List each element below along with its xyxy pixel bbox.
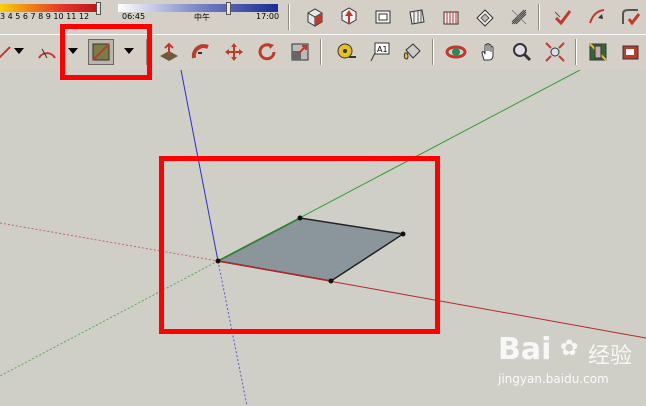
time-gradient (118, 4, 278, 12)
section-plane-icon[interactable] (585, 39, 611, 65)
separator (538, 4, 540, 30)
zoom-icon[interactable] (509, 39, 535, 65)
zoom-extents-icon[interactable] (542, 39, 568, 65)
bottom-view-icon[interactable] (506, 4, 532, 30)
top-view-icon[interactable] (336, 4, 362, 30)
month-tick-labels: 3 4 5 6 7 8 9 10 11 12 (0, 12, 90, 21)
separator (288, 4, 290, 30)
paint-bucket-icon[interactable] (399, 39, 425, 65)
tape-measure-icon[interactable] (333, 39, 359, 65)
sandbox-icon[interactable] (584, 4, 610, 30)
noon-label: 中午 (194, 13, 210, 22)
watermark-brand-suffix: 经验 (588, 344, 633, 369)
scale-icon[interactable] (287, 39, 313, 65)
time-tick-label: 06:45 (122, 12, 146, 21)
left-view-icon[interactable] (472, 4, 498, 30)
push-pull-icon[interactable] (156, 39, 182, 65)
right-view-icon[interactable] (404, 4, 430, 30)
arc-icon[interactable] (34, 39, 60, 65)
date-gradient (0, 4, 96, 12)
front-view-icon[interactable] (370, 4, 396, 30)
components-icon[interactable] (618, 39, 644, 65)
watermark-brand: Bai (498, 332, 552, 367)
add-location-icon[interactable] (550, 4, 576, 30)
orbit-icon[interactable] (443, 39, 469, 65)
move-icon[interactable] (221, 39, 247, 65)
drawn-rectangle-highlight (159, 156, 440, 334)
follow-me-icon[interactable] (188, 39, 214, 65)
separator (575, 39, 577, 65)
separator (320, 39, 322, 65)
watermark-paw-icon: ✿ (560, 336, 579, 361)
pan-icon[interactable] (476, 39, 502, 65)
text-tool-icon[interactable]: A1 (366, 39, 392, 65)
line-dropdown-arrow[interactable] (14, 48, 24, 54)
follow-me-icon[interactable] (618, 4, 644, 30)
text-tool-label: A1 (377, 45, 388, 54)
separator (432, 39, 434, 65)
iso-view-icon[interactable] (302, 4, 328, 30)
end-time-label: 17:00 (256, 12, 280, 21)
back-view-icon[interactable] (438, 4, 464, 30)
date-slider-thumb[interactable] (96, 2, 101, 15)
time-slider-thumb[interactable] (226, 2, 231, 15)
rotate-icon[interactable] (254, 39, 280, 65)
watermark-url: jingyan.baidu.com (498, 372, 609, 386)
